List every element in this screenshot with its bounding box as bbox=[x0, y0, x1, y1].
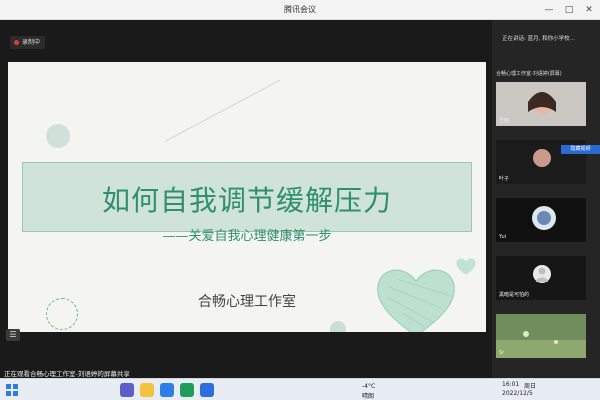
hide-video-tag[interactable]: 隐藏视频 bbox=[561, 145, 600, 154]
slide-title: 如何自我调节缓解压力 bbox=[101, 184, 392, 217]
participant-name: Sr bbox=[499, 350, 505, 356]
participant-video bbox=[496, 198, 586, 242]
screen-share-label: 正在观看合畅心理工作室-刘语婷的屏幕共享 bbox=[4, 370, 130, 378]
decor-line bbox=[165, 79, 281, 142]
participant-name: 叶子 bbox=[499, 176, 510, 182]
file-explorer-icon[interactable] bbox=[140, 383, 154, 397]
participant-name: 王丽 bbox=[499, 118, 510, 124]
heart-icon bbox=[377, 269, 455, 332]
app-icon[interactable] bbox=[180, 383, 194, 397]
clock-date: 2022/12/5 bbox=[502, 390, 533, 397]
windows-start-icon[interactable] bbox=[6, 384, 18, 396]
record-dot-icon bbox=[14, 40, 19, 45]
meeting-app-icon[interactable] bbox=[200, 383, 214, 397]
app-icon[interactable] bbox=[160, 383, 174, 397]
participant-video-tile[interactable]: Yui bbox=[496, 198, 586, 242]
window-title: 腾讯会议 bbox=[284, 5, 316, 14]
decor-circle bbox=[330, 321, 346, 332]
participant-name: Yui bbox=[499, 234, 507, 240]
participant-video-tile[interactable]: 王丽 bbox=[496, 82, 586, 126]
participant-panel: 正在讲话: 蓝月, 和你小学校... 合畅心理工作室-刘语婷(屏幕) 王丽 叶子 bbox=[492, 20, 600, 378]
windows-taskbar: -4°C 晴朗 16:01 周日 2022/12/5 bbox=[0, 378, 600, 400]
participant-video-tile[interactable]: 黑暗是可怕的 bbox=[496, 256, 586, 300]
clock-weekday: 周日 bbox=[524, 383, 537, 390]
speaking-indicator: 正在讲话: 蓝月, 和你小学校... bbox=[502, 36, 575, 42]
window-titlebar: 腾讯会议 — □ ✕ bbox=[0, 0, 600, 20]
close-button[interactable]: ✕ bbox=[580, 2, 598, 18]
menu-button[interactable]: ☰ bbox=[6, 329, 20, 341]
participant-name: 黑暗是可怕的 bbox=[499, 292, 530, 298]
recording-indicator[interactable]: 录制中 bbox=[10, 36, 46, 49]
minimize-button[interactable]: — bbox=[540, 2, 558, 18]
maximize-button[interactable]: □ bbox=[560, 2, 578, 18]
clock-time[interactable]: 16:01 bbox=[502, 381, 519, 388]
participant-label: 合畅心理工作室-刘语婷(屏幕) bbox=[496, 71, 562, 77]
participant-video bbox=[496, 82, 586, 126]
decor-circle bbox=[46, 124, 70, 148]
taskview-icon[interactable] bbox=[120, 383, 134, 397]
meeting-main: 录制中 如何自我调节缓解压力 ——关爱自我心理健康第一步 合畅心理工作室 ☰ 正… bbox=[0, 20, 600, 378]
weather-temperature: -4°C bbox=[362, 383, 376, 390]
slide-subtitle: ——关爱自我心理健康第一步 bbox=[162, 229, 332, 244]
participant-video bbox=[496, 314, 586, 358]
shared-screen-area: 录制中 如何自我调节缓解压力 ——关爱自我心理健康第一步 合畅心理工作室 ☰ 正… bbox=[0, 20, 492, 378]
heart-small-icon bbox=[456, 258, 476, 275]
participant-video-tile[interactable]: Sr bbox=[496, 314, 586, 358]
presentation-slide: 如何自我调节缓解压力 ——关爱自我心理健康第一步 合畅心理工作室 bbox=[8, 62, 486, 332]
weather-status: 晴朗 bbox=[362, 393, 375, 400]
